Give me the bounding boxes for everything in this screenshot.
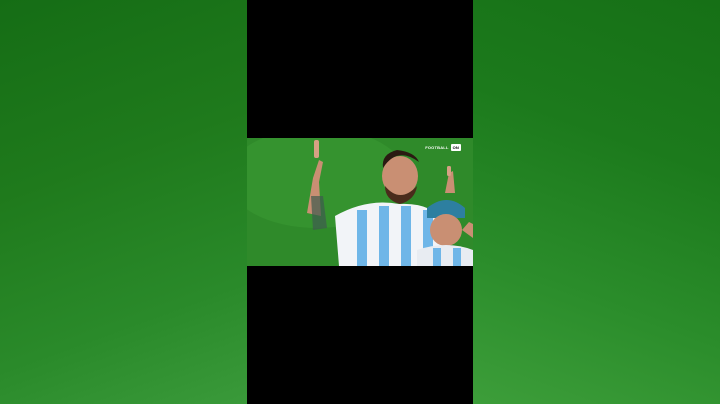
jersey-stripe [379, 206, 389, 266]
raised-finger [314, 140, 319, 158]
watermark-text: FOOTBALL [425, 145, 449, 150]
video-player[interactable]: FOOTBALL ON [247, 0, 473, 404]
second-person-head [430, 214, 462, 246]
channel-watermark: FOOTBALL ON [425, 144, 461, 151]
video-scene [247, 138, 473, 266]
jersey-stripe [357, 210, 367, 266]
second-raised-finger [447, 166, 451, 176]
jersey-stripe [401, 206, 411, 266]
blurred-background-right [472, 0, 720, 404]
jersey-stripe [453, 248, 461, 266]
video-frame[interactable]: FOOTBALL ON [247, 138, 473, 266]
watermark-badge: ON [450, 144, 461, 151]
blurred-background-left [0, 0, 247, 404]
jersey-stripe [433, 248, 441, 266]
second-person-jersey [417, 245, 473, 266]
